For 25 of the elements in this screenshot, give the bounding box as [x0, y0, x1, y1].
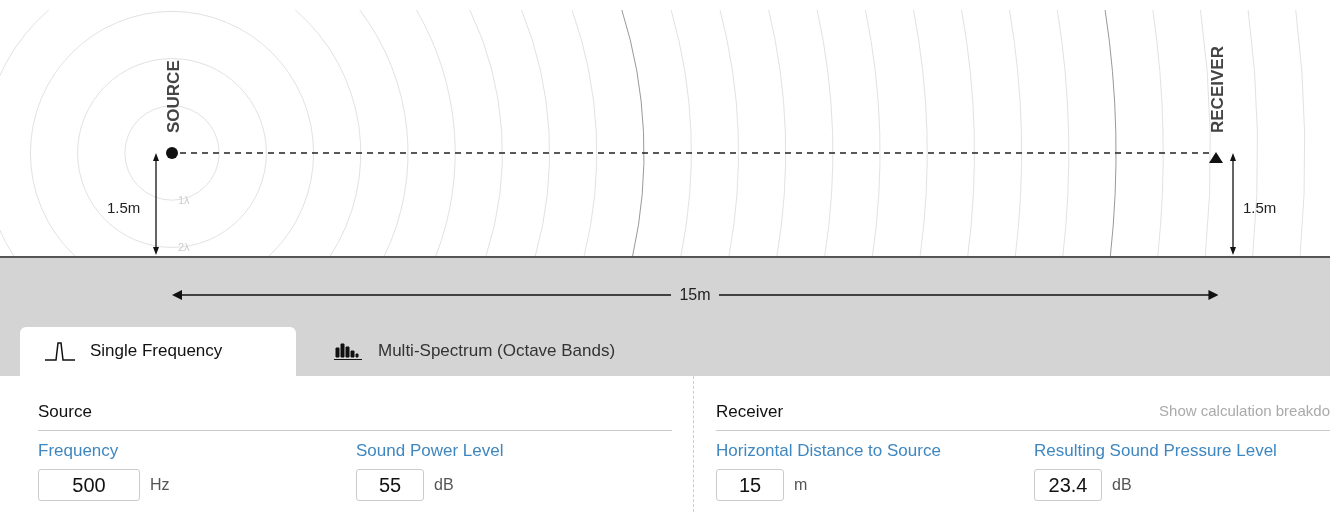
- mode-tab[interactable]: Multi-Spectrum (Octave Bands): [296, 326, 640, 376]
- section-title: Source: [38, 402, 92, 422]
- field-label: Frequency: [38, 441, 120, 461]
- number-input[interactable]: 23.4: [1034, 469, 1102, 501]
- section-title: Receiver: [716, 402, 784, 422]
- field-label: Horizontal Distance to Source: [716, 441, 942, 461]
- source-dot: [166, 147, 178, 159]
- source-label: SOURCE: [164, 60, 183, 133]
- unit-label: dB: [434, 476, 454, 494]
- receiver-height-label: 1.5m: [1243, 199, 1277, 216]
- receiver-marker: [1209, 152, 1223, 163]
- field-label: Sound Power Level: [356, 441, 505, 461]
- distance-label: 15m: [679, 286, 711, 305]
- mode-tab[interactable]: Single Frequency: [20, 326, 296, 376]
- number-input[interactable]: 500: [38, 469, 140, 501]
- field-label: Resulting Sound Pressure Level: [1034, 441, 1278, 461]
- pulse-icon: [44, 341, 76, 362]
- bar-chart-icon: [332, 341, 364, 362]
- source-height-label: 1.5m: [107, 199, 141, 216]
- unit-label: Hz: [150, 476, 170, 494]
- receiver-label: RECEIVER: [1208, 46, 1227, 133]
- unit-label: dB: [1112, 476, 1132, 494]
- number-input[interactable]: 55: [356, 469, 424, 501]
- number-input[interactable]: 15: [716, 469, 784, 501]
- unit-label: m: [794, 476, 808, 494]
